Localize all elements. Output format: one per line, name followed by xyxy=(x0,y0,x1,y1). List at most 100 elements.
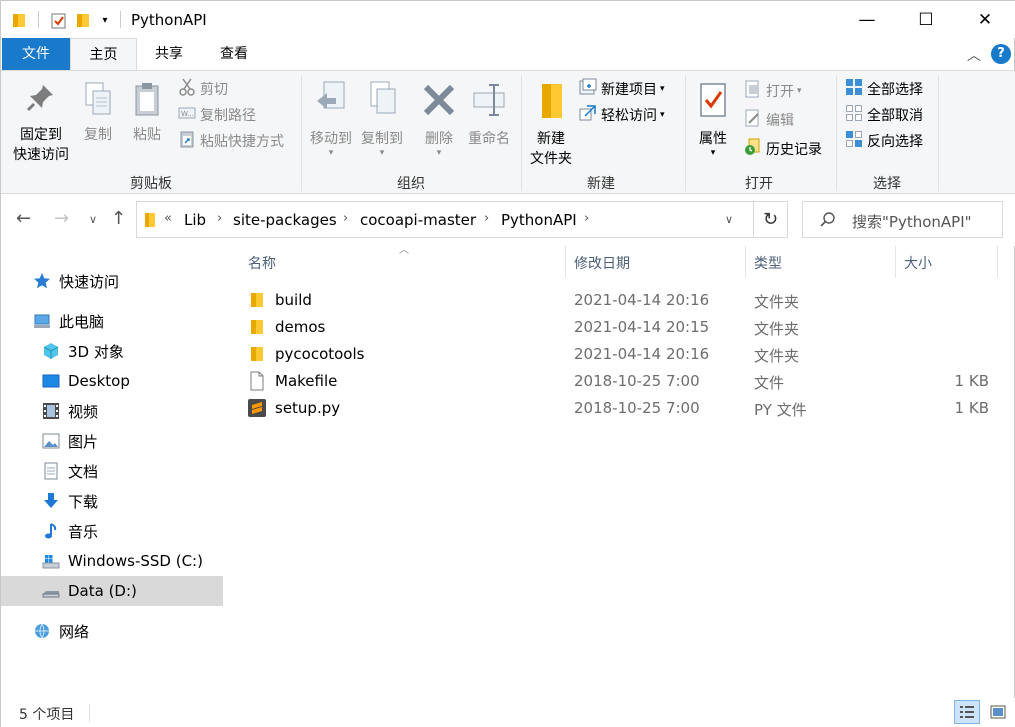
address-bar[interactable]: « Lib › site-packages › cocoapi-master ›… xyxy=(136,201,754,238)
column-header-size[interactable]: 大小 xyxy=(904,253,932,273)
new-folder-button[interactable]: 新建 文件夹 xyxy=(525,81,577,169)
invert-selection-button[interactable]: 反向选择 xyxy=(845,130,923,152)
breadcrumb-lib[interactable]: Lib xyxy=(184,211,206,229)
nav-drive-d[interactable]: Data (D:) xyxy=(1,576,223,606)
delete-button[interactable]: 删除 ▾ xyxy=(419,81,459,158)
breadcrumb-overflow[interactable]: « xyxy=(164,211,172,226)
copy-button[interactable]: 复制 xyxy=(79,81,117,145)
column-header-modified[interactable]: 修改日期 xyxy=(574,253,630,273)
select-all-button[interactable]: 全部选择 xyxy=(845,78,923,100)
properties-button[interactable]: 属性 ▾ xyxy=(691,81,735,158)
nav-documents-label: 文档 xyxy=(68,462,99,481)
edit-label: 编辑 xyxy=(766,113,794,129)
nav-this-pc[interactable]: 此电脑 xyxy=(1,306,223,336)
pin-quick-access-button[interactable]: 固定到 快速访问 xyxy=(7,81,75,165)
tab-share[interactable]: 共享 xyxy=(137,38,201,70)
tab-view[interactable]: 查看 xyxy=(201,38,267,70)
easy-access-button[interactable]: 轻松访问 ▾ xyxy=(579,104,665,126)
move-to-button[interactable]: 移动到 ▾ xyxy=(306,81,356,158)
nav-videos[interactable]: 视频 xyxy=(1,396,223,426)
file-list: ︿ 名称 修改日期 类型 大小 build 2021-04-14 20:16 文… xyxy=(223,245,1015,696)
breadcrumb-chevron-icon[interactable]: › xyxy=(584,211,589,226)
history-button[interactable]: 历史记录 xyxy=(744,138,822,160)
file-row[interactable]: Makefile 2018-10-25 7:00 文件 1 KB xyxy=(241,368,1011,395)
breadcrumb-chevron-icon[interactable]: › xyxy=(343,211,348,226)
divider xyxy=(89,704,90,722)
details-view-button[interactable] xyxy=(954,700,980,724)
nav-music[interactable]: 音乐 xyxy=(1,516,223,546)
new-item-button[interactable]: 新建项目 ▾ xyxy=(579,78,665,100)
breadcrumb-chevron-icon[interactable]: › xyxy=(217,211,222,226)
column-divider[interactable] xyxy=(997,246,998,278)
file-row[interactable]: demos 2021-04-14 20:15 文件夹 xyxy=(241,314,1011,341)
file-type: 文件夹 xyxy=(754,347,800,365)
column-header-name[interactable]: 名称 xyxy=(248,253,276,273)
breadcrumb-cocoapi-master[interactable]: cocoapi-master xyxy=(360,211,476,229)
tab-file[interactable]: 文件 xyxy=(2,38,70,70)
scissors-icon xyxy=(178,78,196,100)
recent-locations-icon[interactable]: ∨ xyxy=(89,213,97,226)
nav-pictures[interactable]: 图片 xyxy=(1,426,223,456)
column-header-type[interactable]: 类型 xyxy=(754,253,782,273)
address-history-chevron-icon[interactable]: ∨ xyxy=(725,213,733,226)
minimize-button[interactable]: — xyxy=(844,1,890,38)
file-type: 文件夹 xyxy=(754,293,800,311)
paste-button[interactable]: 粘贴 xyxy=(128,81,166,145)
breadcrumb-chevron-icon[interactable]: › xyxy=(484,211,489,226)
back-arrow-icon[interactable]: ← xyxy=(16,208,31,229)
copy-path-button[interactable]: W... 复制路径 xyxy=(178,104,256,126)
file-row[interactable]: setup.py 2018-10-25 7:00 PY 文件 1 KB xyxy=(241,395,1011,422)
nav-3d-objects-label: 3D 对象 xyxy=(68,342,124,361)
nav-desktop[interactable]: Desktop xyxy=(1,366,223,396)
column-divider[interactable] xyxy=(895,246,896,278)
paste-shortcut-button[interactable]: 粘贴快捷方式 xyxy=(178,130,284,152)
file-name: Makefile xyxy=(275,372,338,390)
new-folder-label-line2: 文件夹 xyxy=(530,151,572,167)
breadcrumb-pythonapi[interactable]: PythonAPI xyxy=(501,211,577,229)
select-none-button[interactable]: 全部取消 xyxy=(845,104,923,126)
new-item-label: 新建项目 xyxy=(601,82,657,98)
large-icons-view-button[interactable] xyxy=(985,700,1011,724)
dropdown-arrow-icon: ▾ xyxy=(797,86,802,96)
maximize-button[interactable]: ☐ xyxy=(903,1,949,38)
windows-drive-icon xyxy=(42,552,60,570)
pin-label-line1: 固定到 xyxy=(20,127,62,143)
nav-quick-access[interactable]: 快速访问 xyxy=(1,266,223,296)
folder-icon xyxy=(143,211,157,233)
tab-home[interactable]: 主页 xyxy=(70,38,137,71)
file-row[interactable]: build 2021-04-14 20:16 文件夹 xyxy=(241,287,1011,314)
file-type: PY 文件 xyxy=(754,401,807,419)
nav-downloads[interactable]: 下载 xyxy=(1,486,223,516)
rename-button[interactable]: 重命名 xyxy=(463,81,515,149)
nav-network[interactable]: 网络 xyxy=(1,616,223,646)
search-box[interactable]: 搜索"PythonAPI" xyxy=(802,201,1003,238)
nav-3d-objects[interactable]: 3D 对象 xyxy=(1,336,223,366)
cube-3d-icon xyxy=(42,342,60,360)
open-group-label: 打开 xyxy=(745,176,773,192)
column-divider[interactable] xyxy=(745,246,746,278)
open-button[interactable]: 打开 ▾ xyxy=(744,80,802,102)
column-divider[interactable] xyxy=(565,246,566,278)
forward-arrow-icon[interactable]: → xyxy=(54,208,69,229)
file-row[interactable]: pycocotools 2021-04-14 20:16 文件夹 xyxy=(241,341,1011,368)
properties-quick-icon[interactable] xyxy=(49,10,69,30)
help-icon[interactable]: ? xyxy=(991,44,1011,64)
nav-drive-c[interactable]: Windows-SSD (C:) xyxy=(1,546,223,576)
nav-documents[interactable]: 文档 xyxy=(1,456,223,486)
refresh-button[interactable]: ↻ xyxy=(754,201,788,238)
customize-toolbar-icon[interactable]: ▾ xyxy=(98,10,112,30)
breadcrumb-site-packages[interactable]: site-packages xyxy=(233,211,337,229)
clipboard-group-label: 剪贴板 xyxy=(130,176,172,192)
close-button[interactable]: ✕ xyxy=(962,1,1008,38)
cut-button[interactable]: 剪切 xyxy=(178,78,228,100)
new-folder-quick-icon[interactable] xyxy=(75,10,91,30)
explorer-window: ▾ PythonAPI — ☐ ✕ 文件 主页 共享 查看 ︿ ? 固定到 快速… xyxy=(0,0,1015,727)
file-name: setup.py xyxy=(275,399,341,417)
file-modified: 2021-04-14 20:16 xyxy=(574,291,710,309)
collapse-ribbon-icon[interactable]: ︿ xyxy=(967,45,981,65)
item-count: 5 个项目 xyxy=(19,707,75,723)
edit-button[interactable]: 编辑 xyxy=(744,109,794,131)
up-arrow-icon[interactable]: ↑ xyxy=(111,208,126,229)
copy-to-button[interactable]: 复制到 ▾ xyxy=(357,81,407,158)
move-to-label: 移动到 xyxy=(310,131,352,147)
